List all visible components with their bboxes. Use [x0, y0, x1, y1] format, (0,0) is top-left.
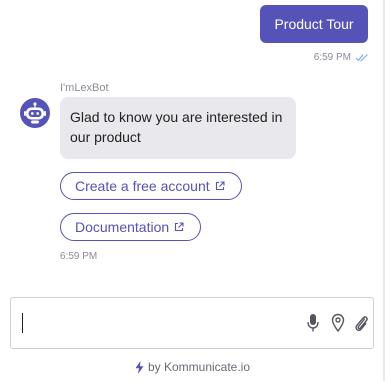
chat-widget: Product Tour 6:59 PM I'mLexBot Glad to k…	[0, 0, 385, 381]
powered-by-text: by Kommunicate.io	[147, 360, 251, 374]
lightning-bolt-icon	[135, 360, 144, 374]
double-check-icon	[355, 53, 369, 62]
documentation-label: Documentation	[75, 219, 170, 235]
external-link-icon	[174, 222, 184, 232]
user-message-bubble[interactable]: Product Tour	[260, 5, 368, 43]
microphone-icon[interactable]	[303, 313, 323, 333]
user-message-meta: 6:59 PM	[314, 52, 369, 63]
paperclip-icon[interactable]	[351, 313, 371, 333]
text-cursor	[22, 313, 23, 333]
create-account-button[interactable]: Create a free account	[60, 172, 242, 200]
user-message-time: 6:59 PM	[313, 52, 351, 63]
message-input[interactable]	[21, 308, 301, 338]
message-composer	[10, 297, 374, 349]
robot-avatar-icon	[20, 98, 50, 128]
bot-message-bubble: Glad to know you are interested in our p…	[60, 97, 296, 159]
location-pin-icon[interactable]	[328, 313, 348, 333]
bot-name: I'mLexBot	[60, 82, 109, 94]
bot-message-time: 6:59 PM	[60, 251, 98, 262]
create-account-label: Create a free account	[75, 178, 210, 194]
powered-by-footer[interactable]: by Kommunicate.io	[0, 360, 385, 374]
external-link-icon	[215, 181, 225, 191]
documentation-button[interactable]: Documentation	[60, 213, 201, 241]
